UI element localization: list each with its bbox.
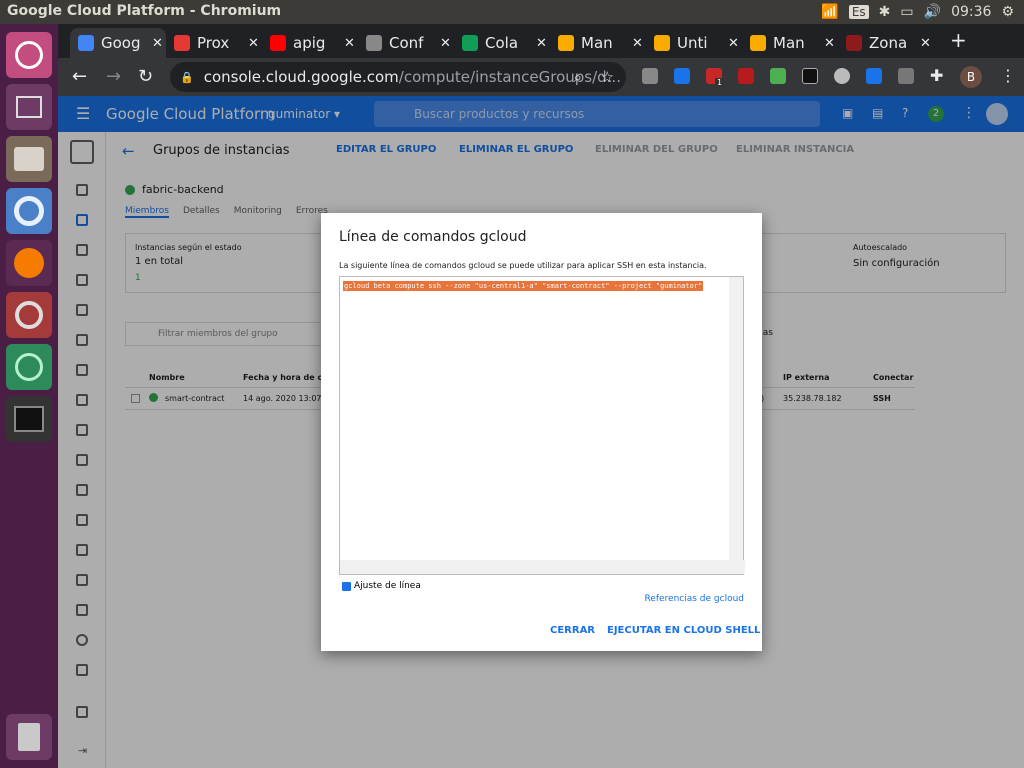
close-button[interactable]: CERRAR (550, 625, 595, 636)
browser-toolbar: ← → ↻ 🔒 console.cloud.google.com/compute… (58, 58, 1024, 96)
terminal-extension-icon[interactable] (802, 68, 818, 84)
browser-tab[interactable]: Cola ✕ (454, 28, 550, 58)
tab-close-icon[interactable]: ✕ (152, 36, 163, 51)
browser-tab[interactable]: Prox ✕ (166, 28, 262, 58)
command-text[interactable]: gcloud beta compute ssh --zone "us-centr… (343, 281, 704, 291)
dialog-description: La siguiente línea de comandos gcloud se… (339, 261, 707, 270)
url-path: /compute/instanceGroups/d... (398, 68, 621, 86)
vpn-extension-icon[interactable] (834, 68, 850, 84)
tab-close-icon[interactable]: ✕ (248, 36, 259, 51)
dialog-title: Línea de comandos gcloud (339, 229, 527, 245)
tab-favicon-icon (78, 35, 94, 51)
extensions-puzzle-icon[interactable]: ✚ (930, 66, 943, 85)
bookmark-star-icon[interactable]: ☆ (601, 68, 614, 86)
bluetooth-icon[interactable]: ✱ (879, 4, 891, 20)
tab-favicon-icon (270, 35, 286, 51)
command-textarea[interactable]: gcloud beta compute ssh --zone "us-centr… (339, 276, 745, 575)
vertical-scrollbar[interactable] (729, 277, 743, 562)
url-host: console.cloud.google.com (203, 68, 399, 86)
profile-avatar[interactable]: B (960, 66, 982, 88)
tab-title: Man (581, 34, 613, 52)
tab-close-icon[interactable]: ✕ (536, 36, 547, 51)
tab-title: Man (773, 34, 805, 52)
system-tray: 📶 Es ✱ ▭ 🔊 09:36 ⚙ (821, 0, 1024, 24)
system-settings-icon[interactable] (6, 292, 52, 338)
tab-close-icon[interactable]: ✕ (728, 36, 739, 51)
browser-tab[interactable]: Conf ✕ (358, 28, 454, 58)
bookmark-extension-icon[interactable] (866, 68, 882, 84)
tab-favicon-icon (174, 35, 190, 51)
keyboard-language-indicator[interactable]: Es (848, 5, 869, 19)
tab-close-icon[interactable]: ✕ (920, 36, 931, 51)
tab-close-icon[interactable]: ✕ (344, 36, 355, 51)
adblock-count-badge: 1 (715, 78, 725, 87)
firefox-icon[interactable] (6, 240, 52, 286)
horizontal-scrollbar[interactable] (340, 560, 745, 574)
tab-title: Prox (197, 34, 230, 52)
chromium-icon[interactable] (6, 188, 52, 234)
reload-icon[interactable]: ↻ (138, 66, 153, 87)
clock[interactable]: 09:36 (951, 4, 991, 20)
translate-extension-icon[interactable] (674, 68, 690, 84)
battery-icon[interactable]: ▭ (900, 4, 913, 20)
window-title: Google Cloud Platform - Chromium (7, 3, 282, 19)
forward-arrow-icon[interactable]: → (106, 66, 121, 87)
gcloud-reference-link[interactable]: Referencias de gcloud (644, 594, 744, 604)
tab-title: Zona (869, 34, 908, 52)
line-wrap-label: Ajuste de línea (354, 581, 421, 591)
tab-favicon-icon (846, 35, 862, 51)
tab-title: apig (293, 34, 326, 52)
browser-tab[interactable]: Man ✕ (742, 28, 838, 58)
ubuntu-dash-icon[interactable] (6, 32, 52, 78)
reader-extension-icon[interactable] (738, 68, 754, 84)
tab-title: Unti (677, 34, 708, 52)
s3-extension-icon[interactable] (770, 68, 786, 84)
tab-title: Cola (485, 34, 519, 52)
copy-extension-icon[interactable] (898, 68, 914, 84)
tab-favicon-icon (462, 35, 478, 51)
browser-tab[interactable]: Man ✕ (550, 28, 646, 58)
trash-icon[interactable] (6, 714, 52, 760)
new-tab-button[interactable]: + (950, 28, 967, 52)
run-in-cloud-shell-button[interactable]: EJECUTAR EN CLOUD SHELL (607, 625, 760, 636)
tab-favicon-icon (366, 35, 382, 51)
tab-favicon-icon (750, 35, 766, 51)
line-wrap-option[interactable]: Ajuste de línea (342, 581, 421, 591)
browser-tab[interactable]: apig ✕ (262, 28, 358, 58)
gcloud-command-dialog: Línea de comandos gcloud La siguiente lí… (321, 213, 762, 651)
zoom-search-icon[interactable]: ⌕ (574, 68, 582, 86)
tab-favicon-icon (654, 35, 670, 51)
atom-icon[interactable] (6, 344, 52, 390)
settings-gear-icon[interactable]: ⚙ (1001, 4, 1014, 20)
browser-tab[interactable]: Goog ✕ (70, 28, 166, 58)
browser-tab[interactable]: Unti ✕ (646, 28, 742, 58)
tampermonkey-extension-icon[interactable] (642, 68, 658, 84)
browser-tab-strip: Goog ✕ Prox ✕ apig ✕ Conf ✕ Cola ✕ Man ✕ Unti ✕ Man ✕ Zo… (58, 24, 1024, 58)
terminal-icon[interactable] (6, 396, 52, 442)
back-arrow-icon[interactable]: ← (72, 66, 87, 87)
line-wrap-checkbox[interactable] (342, 581, 351, 591)
wifi-icon[interactable]: 📶 (821, 4, 838, 20)
files-icon[interactable] (6, 136, 52, 182)
tab-title: Conf (389, 34, 424, 52)
ubuntu-launcher (0, 24, 58, 768)
system-top-bar: Google Cloud Platform - Chromium 📶 Es ✱ … (0, 0, 1024, 24)
tab-title: Goog (101, 34, 141, 52)
workspaces-icon[interactable] (6, 84, 52, 130)
tab-favicon-icon (558, 35, 574, 51)
lock-icon: 🔒 (180, 70, 194, 84)
tab-close-icon[interactable]: ✕ (824, 36, 835, 51)
volume-icon[interactable]: 🔊 (924, 4, 941, 20)
browser-menu-icon[interactable]: ⋮ (1000, 66, 1016, 85)
address-bar[interactable]: 🔒 console.cloud.google.com/compute/insta… (170, 62, 626, 92)
tab-close-icon[interactable]: ✕ (440, 36, 451, 51)
tab-close-icon[interactable]: ✕ (632, 36, 643, 51)
browser-tab[interactable]: Zona ✕ (838, 28, 934, 58)
